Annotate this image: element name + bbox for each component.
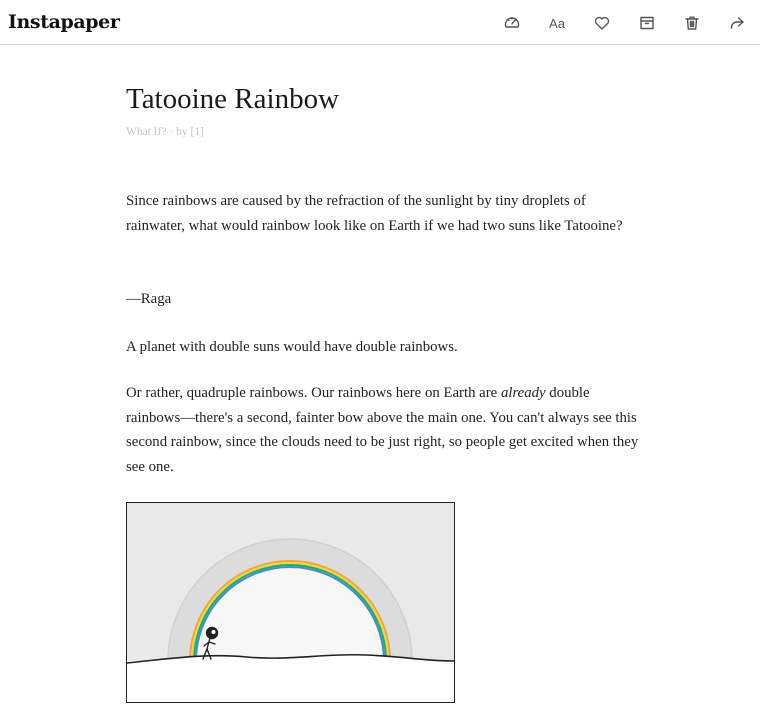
- share-icon[interactable]: [726, 12, 748, 34]
- signature-paragraph: —Raga: [126, 291, 172, 307]
- question-paragraph: Since rainbows are caused by the refract…: [126, 193, 623, 234]
- rainbow-comic-figure: [126, 502, 455, 703]
- rainbow-illustration: [127, 503, 454, 702]
- article-title: Tatooine Rainbow: [126, 83, 340, 115]
- top-bar: Instapaper Aa: [0, 0, 760, 45]
- answer-text-start: Or rather, quadruple rainbows. Our rainb…: [126, 385, 501, 401]
- speedometer-icon[interactable]: [501, 12, 523, 34]
- trash-icon[interactable]: [681, 12, 703, 34]
- emphasis-text: already: [500, 385, 546, 401]
- answer-paragraph-1: A planet with double suns would have dou…: [126, 339, 458, 355]
- archive-icon[interactable]: [636, 12, 658, 34]
- instapaper-logo[interactable]: Instapaper: [8, 11, 120, 33]
- answer-paragraph-2: Or rather, quadruple rainbows. Our rainb…: [126, 381, 646, 479]
- font-size-icon: Aa: [549, 15, 565, 31]
- font-size-button[interactable]: Aa: [546, 12, 568, 34]
- article-byline[interactable]: What If? · by [1]: [126, 126, 204, 138]
- ground: [127, 654, 454, 702]
- heart-icon[interactable]: [591, 12, 613, 34]
